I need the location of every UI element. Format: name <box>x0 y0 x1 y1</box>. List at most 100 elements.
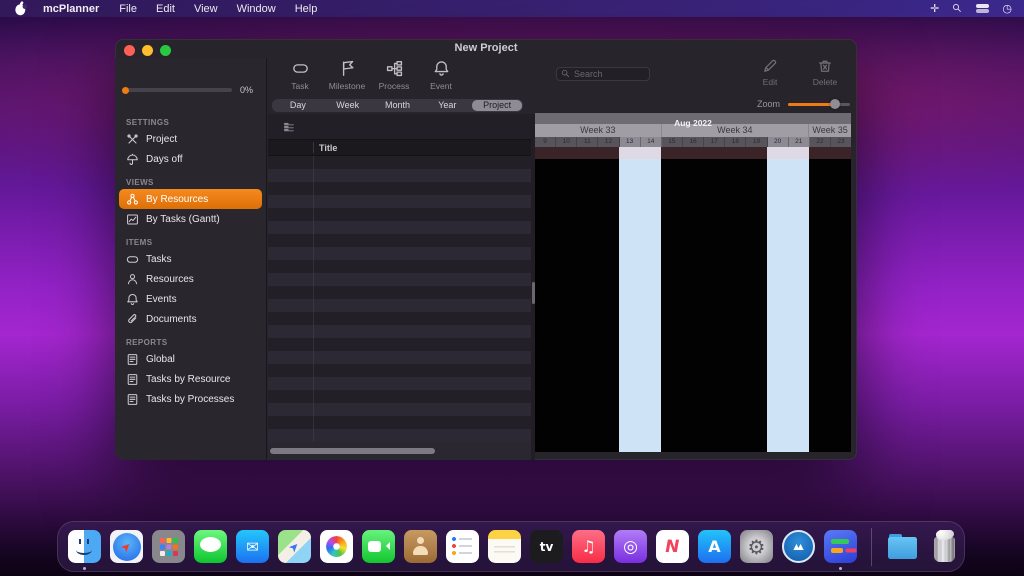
spotlight-icon[interactable] <box>952 3 963 14</box>
sidebar-item-tasks[interactable]: Tasks <box>119 249 262 269</box>
table-row[interactable] <box>268 260 531 273</box>
antenna-icon[interactable]: ✛ <box>930 3 939 14</box>
dock-finder-icon[interactable] <box>68 530 101 563</box>
edit-button[interactable]: Edit <box>751 58 789 87</box>
view-segmented-control: DayWeekMonthYearProject <box>272 99 523 112</box>
table-row[interactable] <box>268 234 531 247</box>
segment-week[interactable]: Week <box>323 100 373 111</box>
sidebar-item-global[interactable]: Global <box>119 349 262 369</box>
event-button[interactable]: Event <box>421 60 461 91</box>
dock-system-preferences-icon[interactable] <box>740 530 773 563</box>
menu-help[interactable]: Help <box>295 3 318 15</box>
toolbar-button-label: Task <box>291 81 308 91</box>
minimize-button[interactable] <box>142 45 153 56</box>
clock-icon[interactable]: ◷ <box>1002 3 1012 14</box>
table-row[interactable] <box>268 182 531 195</box>
sidebar-item-by-resources[interactable]: By Resources <box>119 189 262 209</box>
table-row[interactable] <box>268 286 531 299</box>
table-row[interactable] <box>268 403 531 416</box>
dock-maps-icon[interactable] <box>278 530 311 563</box>
segment-year[interactable]: Year <box>422 100 472 111</box>
milestone-button[interactable]: Milestone <box>327 60 367 91</box>
horizontal-scrollbar-thumb[interactable] <box>270 448 435 454</box>
dock-podcasts-icon[interactable] <box>614 530 647 563</box>
dock-trash-icon[interactable] <box>928 530 961 563</box>
section-label-items: ITEMS <box>115 237 266 249</box>
table-header: Title <box>268 139 531 156</box>
table-row[interactable] <box>268 195 531 208</box>
dock-safari-icon[interactable] <box>110 530 143 563</box>
dock-mcplanner-icon[interactable] <box>824 530 857 563</box>
horizontal-scrollbar[interactable] <box>268 442 531 460</box>
toolbar-button-label: Event <box>430 81 452 91</box>
table-row[interactable] <box>268 364 531 377</box>
section-label-settings: SETTINGS <box>115 117 266 129</box>
dock-launchpad-icon[interactable] <box>152 530 185 563</box>
dock-app-store-icon[interactable] <box>698 530 731 563</box>
delete-button[interactable]: Delete <box>806 58 844 87</box>
menu-view[interactable]: View <box>194 3 218 15</box>
table-row[interactable] <box>268 169 531 182</box>
process-button[interactable]: Process <box>374 60 414 91</box>
segment-project[interactable]: Project <box>472 100 522 111</box>
progress-knob <box>122 87 129 94</box>
sidebar-item-project[interactable]: Project <box>119 129 262 149</box>
zoom-slider-knob[interactable] <box>830 99 840 109</box>
app-cleaner-app-icon <box>782 530 815 563</box>
menubar-app-name[interactable]: mcPlanner <box>43 3 99 15</box>
control-center-icon[interactable] <box>976 4 989 13</box>
sidebar-item-documents[interactable]: Documents <box>119 309 262 329</box>
section-label-views: VIEWS <box>115 177 266 189</box>
table-row[interactable] <box>268 390 531 403</box>
gantt-canvas[interactable] <box>535 159 851 452</box>
sidebar-item-days-off[interactable]: Days off <box>119 149 262 169</box>
search-input[interactable] <box>574 69 645 79</box>
dock-news-icon[interactable] <box>656 530 689 563</box>
dock-folder-icon[interactable] <box>886 530 919 563</box>
zoom-button[interactable] <box>160 45 171 56</box>
dock-reminders-icon[interactable] <box>446 530 479 563</box>
sidebar-item-events[interactable]: Events <box>119 289 262 309</box>
table-row[interactable] <box>268 208 531 221</box>
dock-notes-icon[interactable] <box>488 530 521 563</box>
table-row[interactable] <box>268 273 531 286</box>
dock-tv-icon[interactable] <box>530 530 563 563</box>
sidebar-item-by-tasks-gantt-[interactable]: By Tasks (Gantt) <box>119 209 262 229</box>
sidebar-item-resources[interactable]: Resources <box>119 269 262 289</box>
column-divider[interactable] <box>313 142 314 153</box>
table-row[interactable] <box>268 247 531 260</box>
task-button[interactable]: Task <box>280 60 320 91</box>
sidebar-item-tasks-by-resource[interactable]: Tasks by Resource <box>119 369 262 389</box>
dock-mail-icon[interactable] <box>236 530 269 563</box>
table-row[interactable] <box>268 299 531 312</box>
table-row[interactable] <box>268 429 531 442</box>
close-button[interactable] <box>124 45 135 56</box>
menu-window[interactable]: Window <box>237 3 276 15</box>
table-row[interactable] <box>268 325 531 338</box>
sidebar-item-tasks-by-processes[interactable]: Tasks by Processes <box>119 389 262 409</box>
dock-music-icon[interactable] <box>572 530 605 563</box>
segment-month[interactable]: Month <box>373 100 423 111</box>
menu-edit[interactable]: Edit <box>156 3 175 15</box>
dock-facetime-icon[interactable] <box>362 530 395 563</box>
dock-messages-icon[interactable] <box>194 530 227 563</box>
grid-icon[interactable] <box>283 122 295 134</box>
system-preferences-app-icon <box>740 530 773 563</box>
table-row[interactable] <box>268 221 531 234</box>
zoom-slider[interactable] <box>788 103 850 106</box>
segment-day[interactable]: Day <box>273 100 323 111</box>
table-row[interactable] <box>268 312 531 325</box>
search-field[interactable] <box>556 67 650 81</box>
apple-menu[interactable] <box>14 1 27 16</box>
table-row[interactable] <box>268 377 531 390</box>
toolbar-button-label: Milestone <box>329 81 365 91</box>
table-row[interactable] <box>268 156 531 169</box>
table-row[interactable] <box>268 416 531 429</box>
menu-file[interactable]: File <box>119 3 137 15</box>
dock-contacts-icon[interactable] <box>404 530 437 563</box>
dock-app-cleaner-icon[interactable] <box>782 530 815 563</box>
dock-photos-icon[interactable] <box>320 530 353 563</box>
table-row[interactable] <box>268 351 531 364</box>
maps-app-icon <box>278 530 311 563</box>
table-row[interactable] <box>268 338 531 351</box>
